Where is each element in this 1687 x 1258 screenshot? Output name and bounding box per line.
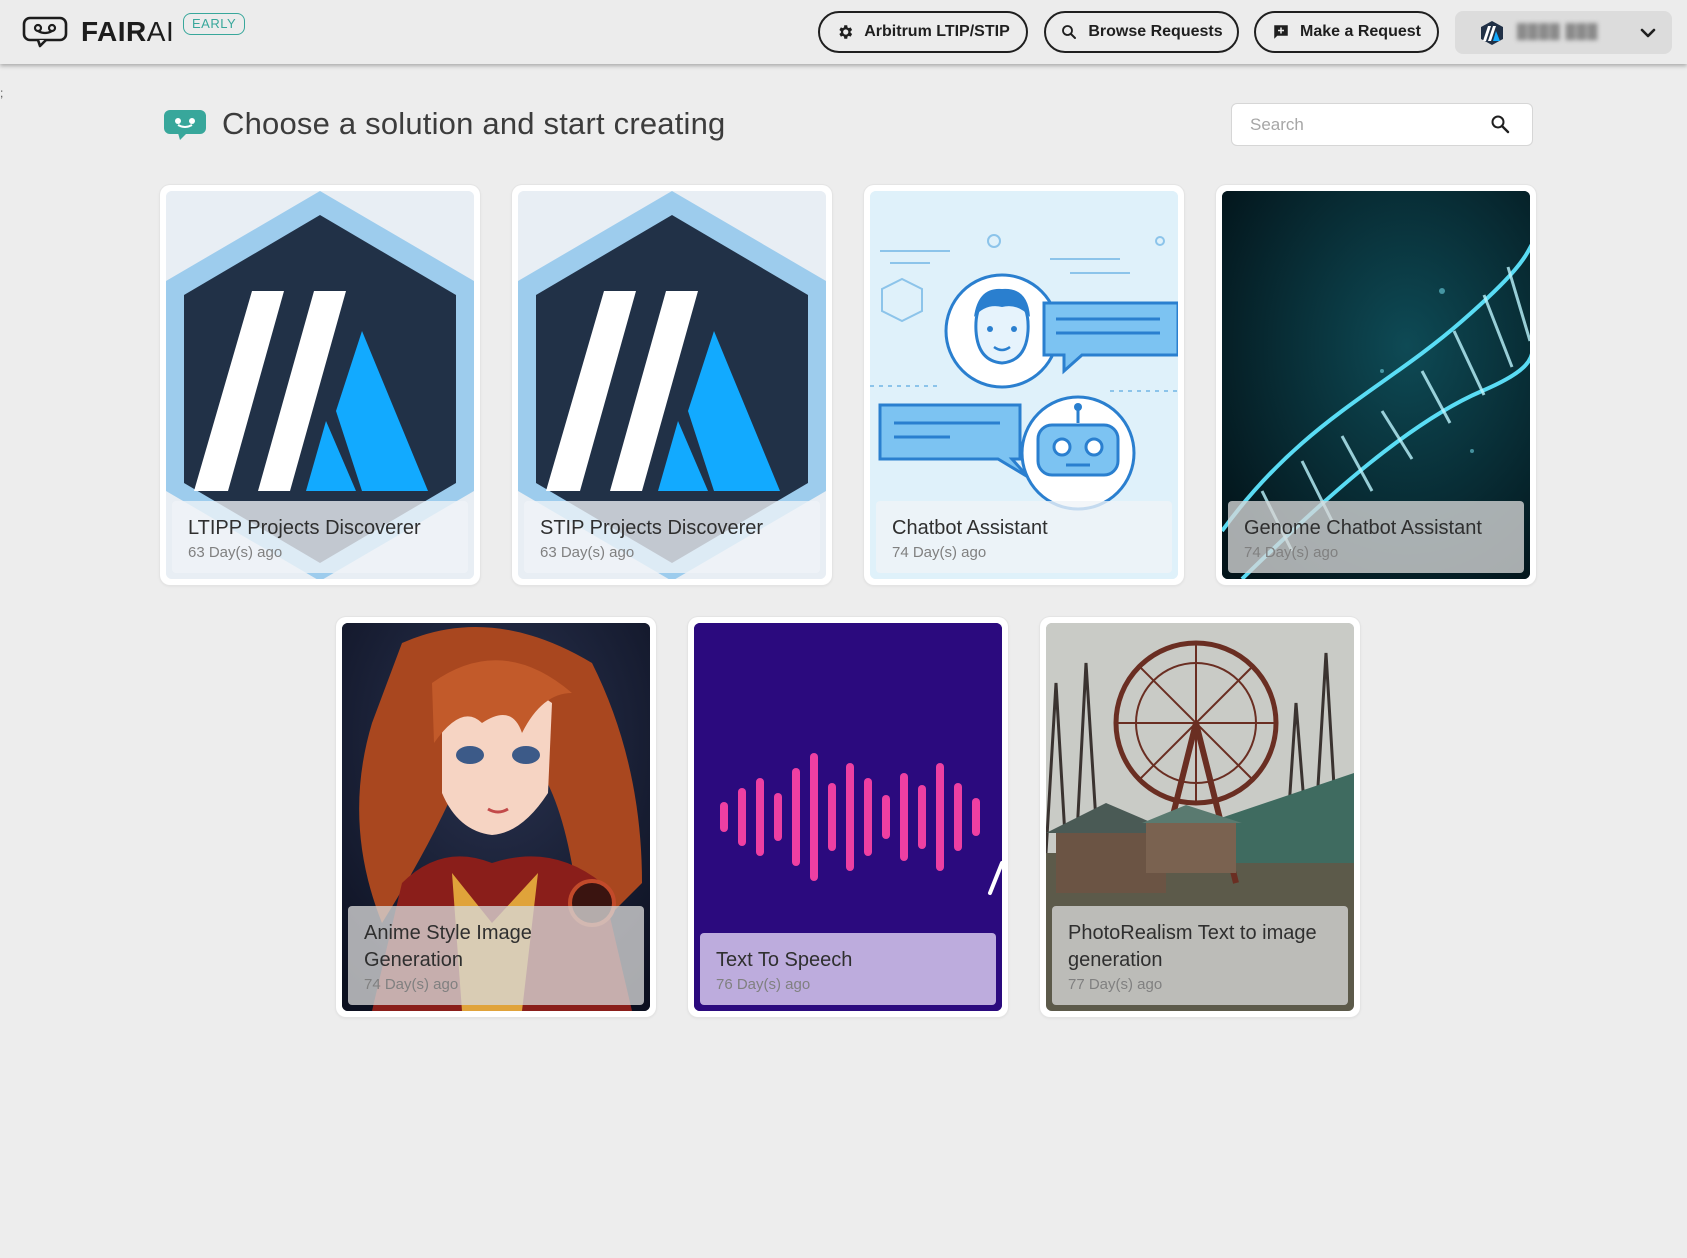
- make-a-request-button[interactable]: Make a Request: [1254, 11, 1439, 53]
- search-icon: [1062, 25, 1077, 39]
- card-label: LTIPP Projects Discoverer 63 Day(s) ago: [172, 501, 468, 573]
- brand-name-light: AI: [146, 16, 175, 47]
- card-title: LTIPP Projects Discoverer: [188, 517, 421, 539]
- card-title: Chatbot Assistant: [892, 517, 1048, 539]
- top-navigation-bar: FAIRAI EARLY Arbitrum LTIP/STIP Browse R…: [0, 0, 1687, 64]
- solution-card-photorealism-text-to-image[interactable]: PhotoRealism Text to image generation 77…: [1040, 617, 1360, 1017]
- card-title: Genome Chatbot Assistant: [1244, 517, 1482, 539]
- browse-requests-button[interactable]: Browse Requests: [1044, 11, 1239, 53]
- solution-card-anime-style-image-generation[interactable]: Anime Style Image Generation 74 Day(s) a…: [336, 617, 656, 1017]
- chevron-down-icon[interactable]: [1639, 24, 1657, 42]
- card-date: 74 Day(s) ago: [364, 976, 459, 993]
- solution-card-text-to-speech[interactable]: Text To Speech 76 Day(s) ago: [688, 617, 1008, 1017]
- fairai-logo-icon[interactable]: [22, 16, 68, 48]
- card-title: Anime Style Image Generation: [364, 922, 532, 971]
- card-date: 63 Day(s) ago: [188, 544, 283, 561]
- card-date: 63 Day(s) ago: [540, 544, 635, 561]
- solution-card-ltipp-projects-discoverer[interactable]: LTIPP Projects Discoverer 63 Day(s) ago: [160, 185, 480, 585]
- card-label: Anime Style Image Generation 74 Day(s) a…: [348, 906, 644, 1005]
- user-name: ████ ███: [1517, 23, 1599, 39]
- nav-label: Arbitrum LTIP/STIP: [864, 23, 1010, 40]
- solution-card-chatbot-assistant[interactable]: Chatbot Assistant 74 Day(s) ago: [864, 185, 1184, 585]
- user-account-menu[interactable]: ████ ███: [1455, 11, 1672, 54]
- card-title: PhotoRealism Text to image generation: [1068, 922, 1317, 971]
- nav-label: Make a Request: [1300, 23, 1421, 40]
- solution-card-stip-projects-discoverer[interactable]: STIP Projects Discoverer 63 Day(s) ago: [512, 185, 832, 585]
- card-label: Genome Chatbot Assistant 74 Day(s) ago: [1228, 501, 1524, 573]
- arbitrum-ltip-stip-button[interactable]: Arbitrum LTIP/STIP: [818, 11, 1028, 53]
- chat-plus-icon: [1274, 25, 1288, 39]
- search-icon[interactable]: [1490, 114, 1510, 134]
- card-label: PhotoRealism Text to image generation 77…: [1052, 906, 1348, 1005]
- card-date: 77 Day(s) ago: [1068, 976, 1163, 993]
- search-input[interactable]: [1250, 113, 1480, 137]
- card-label: Text To Speech 76 Day(s) ago: [700, 933, 996, 1005]
- arbitrum-avatar-icon: [1481, 21, 1503, 45]
- solutions-chat-icon: [164, 110, 206, 140]
- card-label: Chatbot Assistant 74 Day(s) ago: [876, 501, 1172, 573]
- stray-text: ;: [0, 86, 4, 100]
- card-label: STIP Projects Discoverer 63 Day(s) ago: [524, 501, 820, 573]
- nav-label: Browse Requests: [1088, 23, 1223, 40]
- early-badge: EARLY: [183, 13, 246, 35]
- card-date: 76 Day(s) ago: [716, 976, 811, 993]
- card-title: STIP Projects Discoverer: [540, 517, 764, 539]
- gear-icon: [839, 25, 853, 39]
- solution-card-genome-chatbot-assistant[interactable]: Genome Chatbot Assistant 74 Day(s) ago: [1216, 185, 1536, 585]
- search-box: [1231, 103, 1533, 146]
- page-title: Choose a solution and start creating: [222, 106, 726, 141]
- card-title: Text To Speech: [716, 949, 853, 971]
- brand-name[interactable]: FAIRAI: [81, 16, 174, 48]
- brand-name-bold: FAIR: [81, 16, 147, 47]
- card-date: 74 Day(s) ago: [892, 544, 987, 561]
- card-date: 74 Day(s) ago: [1244, 544, 1339, 561]
